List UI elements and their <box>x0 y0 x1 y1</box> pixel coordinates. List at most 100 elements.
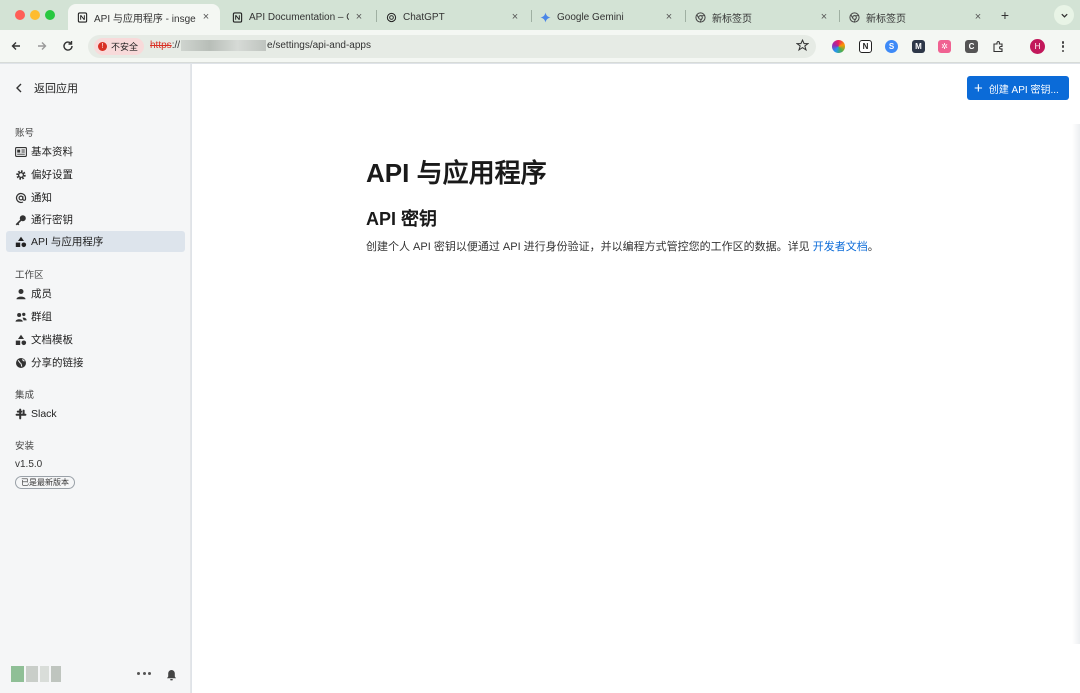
more-icon[interactable] <box>137 672 151 676</box>
section-label-install: 安装 <box>15 441 35 452</box>
chevron-down-icon <box>1060 13 1068 18</box>
shapes-icon <box>15 236 27 248</box>
sidebar-item-label: 通行密钥 <box>31 214 73 226</box>
close-icon[interactable]: × <box>663 11 675 23</box>
sidebar-item-passkeys[interactable]: 通行密钥 <box>6 209 185 230</box>
chatgpt-icon <box>385 11 397 23</box>
status-badge: 已是最新版本 <box>15 476 75 489</box>
browser-tab-bar: API 与应用程序 - insgeek × API Documentation … <box>0 0 1080 30</box>
browser-tab[interactable]: ChatGPT × <box>377 4 529 30</box>
bell-icon[interactable] <box>166 668 178 681</box>
chevron-left-icon <box>16 83 22 93</box>
security-label: 不安全 <box>111 42 139 52</box>
url-text: https:// e/settings/api-and-apps <box>150 40 371 51</box>
extension-monitor-icon[interactable]: M <box>912 40 925 53</box>
arrow-left-icon <box>11 42 20 50</box>
notion-extension-icon[interactable]: N <box>859 40 872 53</box>
sidebar-item-slack[interactable]: Slack <box>6 403 185 424</box>
sidebar-item-label: 群组 <box>31 311 52 323</box>
user-icon <box>15 288 27 300</box>
sidebar-item-profile[interactable]: 基本资料 <box>6 141 185 162</box>
tab-title: API 与应用程序 - insgeek <box>94 13 196 25</box>
new-tab-button[interactable]: + <box>997 7 1013 23</box>
back-label: 返回应用 <box>34 83 78 95</box>
section-label-account: 账号 <box>15 128 35 139</box>
developer-docs-link[interactable]: 开发者文档 <box>813 241 868 253</box>
sidebar-item-shared-links[interactable]: 分享的链接 <box>6 352 185 373</box>
page-title: API 与应用程序 <box>366 158 547 188</box>
sidebar-item-label: Slack <box>31 407 57 420</box>
section-title: API 密钥 <box>366 209 438 229</box>
close-icon[interactable]: × <box>972 11 984 23</box>
create-api-key-button[interactable]: + 创建 API 密钥... <box>967 76 1069 100</box>
reload-icon <box>63 41 73 51</box>
section-label-integrations: 集成 <box>15 390 35 401</box>
notion-icon <box>76 11 88 23</box>
close-window-button[interactable] <box>15 10 25 20</box>
sidebar-item-groups[interactable]: 群组 <box>6 306 185 327</box>
api-keys-description: 创建个人 API 密钥以便通过 API 进行身份验证，并以编程方式管控您的工作区… <box>366 238 896 256</box>
tab-title: Google Gemini <box>557 11 624 23</box>
close-icon[interactable]: × <box>353 11 365 23</box>
user-avatar[interactable] <box>11 666 61 682</box>
browser-tab[interactable]: 新标签页 × <box>686 4 838 30</box>
main-content: + 创建 API 密钥... API 与应用程序 API 密钥 创建个人 API… <box>192 64 1080 693</box>
at-icon <box>15 192 27 204</box>
extensions-puzzle-icon[interactable] <box>991 40 1004 53</box>
edge-shadow <box>1072 124 1080 644</box>
tab-title: API Documentation – Ou <box>249 11 349 23</box>
sidebar-item-label: 文档模板 <box>31 334 73 346</box>
minimize-window-button[interactable] <box>30 10 40 20</box>
arrow-right-icon <box>38 42 47 50</box>
maximize-window-button[interactable] <box>45 10 55 20</box>
url-separator: :// <box>171 40 181 51</box>
back-button[interactable] <box>8 38 24 54</box>
extension-swirl-icon[interactable]: S <box>885 40 898 53</box>
version-text: v1.5.0 <box>15 459 43 470</box>
sidebar-item-templates[interactable]: 文档模板 <box>6 329 185 350</box>
redacted-host <box>181 40 267 51</box>
address-bar[interactable]: ! 不安全 https:// e/settings/api-and-apps <box>88 35 816 58</box>
url-scheme: https <box>150 40 172 51</box>
forward-button[interactable] <box>34 38 50 54</box>
description-end: 。 <box>867 241 879 253</box>
slack-icon <box>15 408 27 420</box>
extension-c-icon[interactable]: C <box>965 40 978 53</box>
notion-icon <box>231 11 243 23</box>
sidebar-item-preferences[interactable]: 偏好设置 <box>6 164 185 185</box>
chrome-icon <box>694 11 706 23</box>
plus-icon: + <box>974 79 983 97</box>
extension-puzzle-pink-icon[interactable]: ✲ <box>938 40 951 53</box>
settings-sidebar: 返回应用 账号 基本资料 偏好设置 通知 通行密钥 API 与应用程序 工作区 … <box>0 64 191 693</box>
site-info-button[interactable]: ! 不安全 <box>94 38 145 55</box>
browser-tab[interactable]: 新标签页 × <box>840 4 992 30</box>
sidebar-item-label: API 与应用程序 <box>31 236 104 248</box>
sidebar-item-api-and-apps[interactable]: API 与应用程序 <box>6 231 185 252</box>
browser-menu-icon[interactable] <box>1058 39 1068 54</box>
browser-tab[interactable]: API 与应用程序 - insgeek × <box>68 4 220 30</box>
sidebar-item-label: 分享的链接 <box>31 357 84 369</box>
close-icon[interactable]: × <box>509 11 521 23</box>
browser-tab[interactable]: API Documentation – Ou × <box>223 4 373 30</box>
sidebar-item-notifications[interactable]: 通知 <box>6 187 185 208</box>
tab-search-button[interactable] <box>1054 5 1074 25</box>
users-icon <box>15 311 27 323</box>
section-label-workspace: 工作区 <box>15 270 44 281</box>
close-icon[interactable]: × <box>818 11 830 23</box>
browser-toolbar: ! 不安全 https://e/settings/api-and-apps N … <box>0 30 1080 63</box>
extension-color-icon[interactable] <box>832 40 845 53</box>
sidebar-item-label: 通知 <box>31 192 52 204</box>
gemini-icon <box>539 11 551 23</box>
reload-button[interactable] <box>60 38 76 54</box>
key-icon <box>15 214 27 226</box>
browser-tab[interactable]: Google Gemini × <box>531 4 683 30</box>
tab-title: ChatGPT <box>403 11 445 23</box>
sidebar-item-members[interactable]: 成员 <box>6 283 185 304</box>
bookmark-star-icon[interactable] <box>795 38 810 53</box>
close-icon[interactable]: × <box>200 11 212 23</box>
back-to-app-link[interactable]: 返回应用 <box>14 80 78 96</box>
sidebar-item-label: 成员 <box>31 288 52 300</box>
url-path: e/settings/api-and-apps <box>267 40 371 51</box>
tab-title: 新标签页 <box>712 13 752 25</box>
profile-avatar[interactable]: H <box>1030 39 1045 54</box>
